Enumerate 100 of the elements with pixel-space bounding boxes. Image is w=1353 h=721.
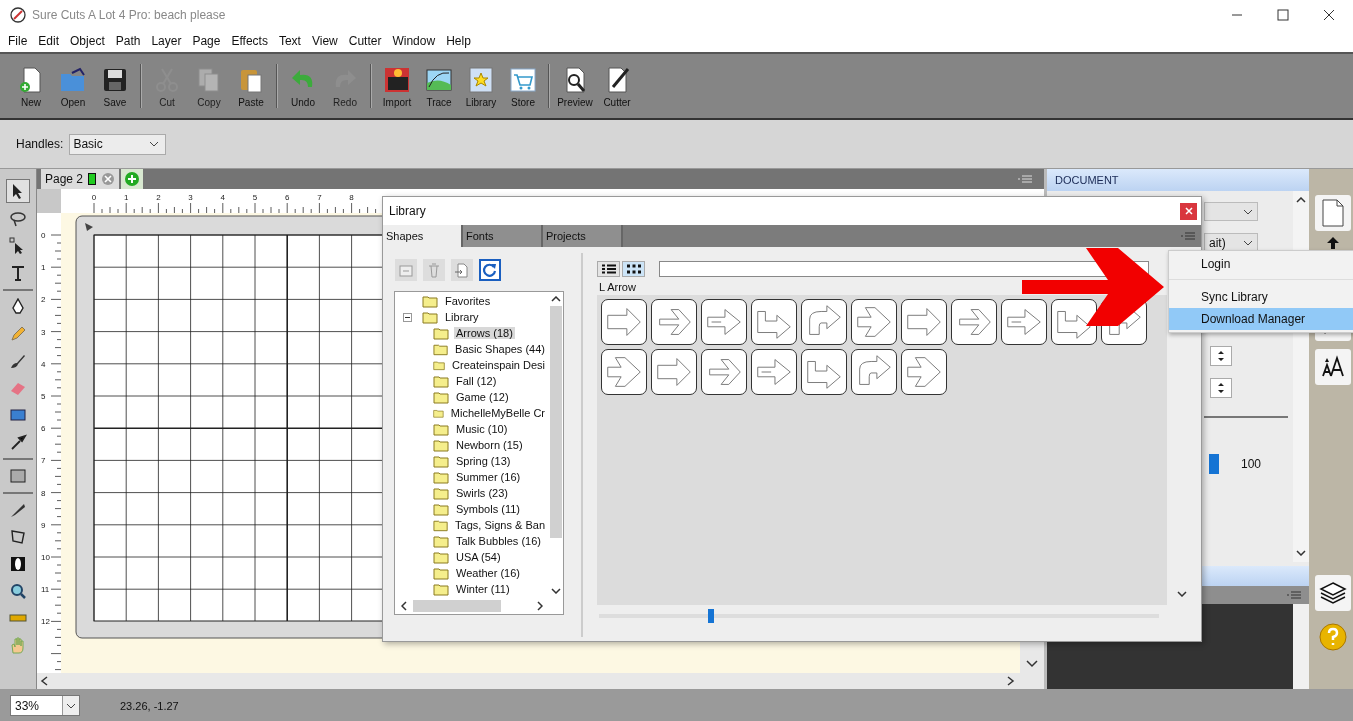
library-tab[interactable]: Fonts [463, 225, 543, 247]
menu-item[interactable]: Text [278, 34, 301, 48]
menu-item[interactable]: View [311, 34, 338, 48]
shape-thumbnail[interactable] [651, 349, 697, 395]
scrollbar[interactable] [37, 673, 1044, 689]
menu-item[interactable]: Page [192, 34, 221, 48]
search-field[interactable] [659, 261, 1149, 277]
menu-item[interactable]: Edit [38, 34, 60, 48]
tree-item[interactable]: Fall (12) [454, 375, 499, 387]
menu-item[interactable]: Cutter [348, 34, 382, 48]
toolbar-button[interactable]: Undo [282, 58, 324, 114]
shape-thumbnail[interactable] [901, 349, 947, 395]
tree-item[interactable]: USA (54) [454, 551, 503, 563]
scroll-up-icon[interactable] [1296, 197, 1306, 203]
text-button[interactable] [1315, 349, 1351, 385]
refresh-button[interactable] [479, 259, 501, 281]
shape-thumbnail[interactable] [601, 349, 647, 395]
scroll-down-icon[interactable] [551, 588, 561, 594]
tree-item[interactable]: Tags, Signs & Ban [453, 519, 547, 531]
shape-thumbnail[interactable] [751, 299, 797, 345]
shape-thumbnail[interactable] [851, 299, 897, 345]
toolbar-button[interactable]: New [10, 58, 52, 114]
tree-item[interactable]: Favorites [443, 295, 493, 307]
list-view-button[interactable] [597, 261, 620, 277]
toolbar-button[interactable]: Import [376, 58, 418, 114]
shape-thumbnail[interactable] [751, 349, 797, 395]
toolbar-button[interactable]: Store [502, 58, 544, 114]
tree-item[interactable]: Basic Shapes (44) [453, 343, 547, 355]
scroll-left-icon[interactable] [40, 676, 48, 686]
slider-thumb[interactable] [1209, 454, 1219, 474]
tree-item[interactable]: Music (10) [454, 423, 510, 435]
tree-item[interactable]: Talk Bubbles (16) [454, 535, 543, 547]
scroll-right-icon[interactable] [1007, 676, 1015, 686]
page-tab[interactable]: Page 2 [41, 169, 120, 189]
toolbar-button[interactable]: Library [460, 58, 502, 114]
tree-item[interactable]: Spring (13) [454, 455, 513, 467]
tree-item[interactable]: Summer (16) [454, 471, 523, 483]
menu-item[interactable]: File [8, 34, 28, 48]
handles-dropdown[interactable]: Basic [69, 133, 167, 155]
menu-item[interactable]: Sync Library [1169, 286, 1353, 308]
scrollbar[interactable] [1293, 604, 1309, 692]
slider-thumb[interactable] [708, 609, 714, 623]
layers-button[interactable] [1315, 575, 1351, 611]
toolbar-button[interactable]: Paste [230, 58, 272, 114]
scroll-up-icon[interactable] [551, 296, 561, 302]
shape-thumbnail[interactable] [801, 299, 847, 345]
toolbar-button[interactable]: Save [94, 58, 136, 114]
menu-item[interactable]: Effects [231, 34, 268, 48]
tree-item[interactable]: Symbols (11) [454, 503, 522, 515]
scrollbar-thumb[interactable] [550, 306, 562, 538]
shape-thumbnail[interactable] [1001, 299, 1047, 345]
tree-item[interactable]: Newborn (15) [454, 439, 525, 451]
toolbar-button[interactable]: Cutter [596, 58, 638, 114]
menu-item[interactable]: Login [1169, 253, 1353, 275]
spinner-field[interactable] [1210, 346, 1232, 366]
scrollbar-thumb[interactable] [413, 600, 501, 612]
shape-thumbnail[interactable] [601, 299, 647, 345]
scroll-down-icon[interactable] [1296, 550, 1306, 556]
menu-item[interactable]: Layer [151, 34, 182, 48]
menu-item[interactable]: Window [392, 34, 436, 48]
tree-item[interactable]: Library [443, 311, 481, 323]
zoom-dropdown[interactable]: 33% [10, 695, 80, 716]
tool-button[interactable] [6, 179, 30, 203]
toolbar-button[interactable]: Open [52, 58, 94, 114]
grid-view-button[interactable] [622, 261, 645, 277]
close-button[interactable] [1180, 202, 1197, 220]
spinner-field[interactable] [1210, 378, 1232, 398]
tree-item[interactable]: Game (12) [454, 391, 511, 403]
shape-thumbnail[interactable] [701, 299, 747, 345]
menu-item[interactable]: Download Manager [1169, 308, 1353, 330]
menu-item[interactable]: Path [115, 34, 141, 48]
shape-thumbnail[interactable] [901, 299, 947, 345]
tree-item[interactable]: Arrows (18) [454, 327, 515, 339]
dropdown-field[interactable] [1204, 202, 1258, 221]
import-button[interactable] [451, 259, 473, 281]
scroll-left-icon[interactable] [401, 601, 407, 611]
collapse-icon[interactable] [403, 312, 412, 322]
shape-thumbnail[interactable] [801, 349, 847, 395]
tree-item[interactable]: Swirls (23) [454, 487, 510, 499]
library-tab[interactable]: Projects [543, 225, 623, 247]
close-icon[interactable] [1323, 9, 1335, 21]
tree-item[interactable]: Createinspain Desi [450, 359, 547, 371]
shape-thumbnail[interactable] [651, 299, 697, 345]
scroll-right-icon[interactable] [537, 601, 543, 611]
tree-item[interactable]: Winter (11) [454, 583, 512, 595]
add-page-button[interactable] [121, 169, 144, 189]
maximize-icon[interactable] [1277, 9, 1289, 21]
library-tab[interactable]: Shapes [383, 225, 463, 247]
shape-thumbnail[interactable] [701, 349, 747, 395]
panel-header[interactable]: DOCUMENT [1047, 169, 1309, 191]
scroll-down-icon[interactable] [1026, 660, 1038, 668]
toolbar-button[interactable]: Trace [418, 58, 460, 114]
tree-item[interactable]: MichelleMyBelle Cr [448, 407, 547, 419]
toolbar-button[interactable]: Preview [554, 58, 596, 114]
shape-thumbnail[interactable] [1051, 299, 1097, 345]
menu-item[interactable]: Help [446, 34, 471, 48]
shape-thumbnail[interactable] [951, 299, 997, 345]
scroll-down-icon[interactable] [1177, 591, 1187, 597]
shape-thumbnail[interactable] [851, 349, 897, 395]
tree-item[interactable]: Weather (16) [454, 567, 522, 579]
